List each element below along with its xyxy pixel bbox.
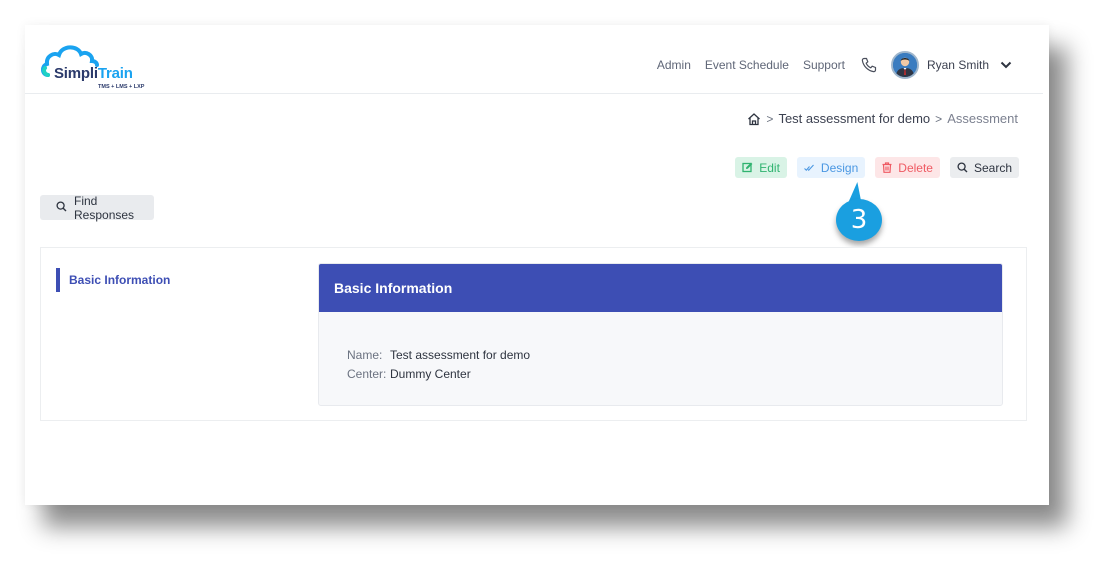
user-avatar-icon [892, 53, 917, 77]
find-responses-label: Find Responses [74, 193, 135, 222]
breadcrumb-item-assessment-name[interactable]: Test assessment for demo [778, 111, 930, 126]
logo-tagline: TMS + LMS + LXP [98, 84, 145, 90]
check-double-icon [804, 163, 815, 172]
delete-label: Delete [898, 160, 933, 175]
action-toolbar: Edit Design Delete Search [735, 157, 1019, 178]
phone-icon[interactable] [861, 57, 877, 73]
field-value: Test assessment for demo [390, 348, 531, 362]
top-navigation: Admin Event Schedule Support Ryan Smith [657, 50, 1013, 80]
design-button[interactable]: Design [796, 157, 866, 178]
app-window: SimpliTrain TMS + LMS + LXP Admin Event … [25, 25, 1049, 505]
step-number: 3 [836, 199, 882, 241]
find-responses-button[interactable]: Find Responses [40, 193, 154, 222]
trash-icon [882, 162, 892, 173]
top-header: SimpliTrain TMS + LMS + LXP Admin Event … [25, 25, 1043, 94]
field-row-center: Center: Dummy Center [347, 365, 1002, 384]
field-value: Dummy Center [390, 367, 471, 381]
field-row-name: Name: Test assessment for demo [347, 346, 1002, 365]
basic-information-panel: Basic Information Name: Test assessment … [318, 263, 1003, 406]
step-callout: 3 [836, 182, 882, 241]
panel-body: Name: Test assessment for demo Center: D… [319, 312, 1002, 384]
assessment-details-card: Basic Information Basic Information Name… [40, 247, 1027, 421]
logo-wordmark: SimpliTrain [54, 65, 133, 82]
user-name[interactable]: Ryan Smith [927, 58, 989, 72]
panel-title: Basic Information [319, 264, 1002, 312]
search-button[interactable]: Search [949, 157, 1019, 178]
nav-link-event-schedule[interactable]: Event Schedule [705, 58, 789, 72]
simplitrain-logo[interactable]: SimpliTrain TMS + LMS + LXP [40, 41, 144, 93]
sidebar-item-basic-information[interactable]: Basic Information [56, 268, 170, 292]
breadcrumb-item-current: Assessment [947, 111, 1018, 126]
design-label: Design [820, 160, 859, 175]
breadcrumb-separator: > [935, 111, 943, 126]
edit-button[interactable]: Edit [735, 157, 787, 178]
field-label: Center: [347, 367, 387, 381]
breadcrumb-separator: > [766, 111, 774, 126]
edit-icon [742, 162, 753, 173]
delete-button[interactable]: Delete [875, 157, 940, 178]
home-icon[interactable] [747, 112, 761, 126]
breadcrumb: > Test assessment for demo > Assessment [747, 111, 1018, 126]
search-icon [56, 200, 67, 215]
user-avatar[interactable] [890, 51, 919, 79]
search-label: Search [973, 160, 1012, 175]
nav-link-support[interactable]: Support [803, 58, 845, 72]
chevron-down-icon[interactable] [999, 58, 1013, 72]
field-label: Name: [347, 348, 383, 362]
edit-label: Edit [759, 160, 780, 175]
search-icon [957, 162, 968, 173]
nav-link-admin[interactable]: Admin [657, 58, 691, 72]
